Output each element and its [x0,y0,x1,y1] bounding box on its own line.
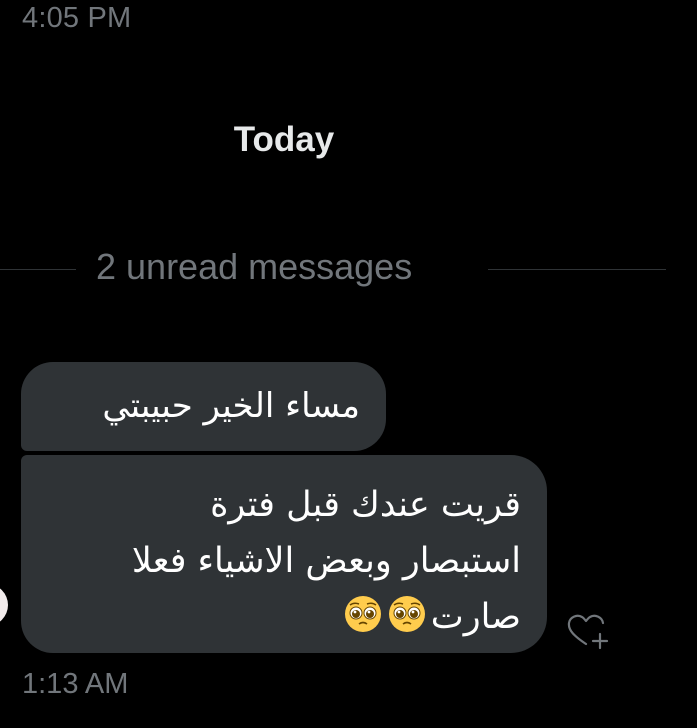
message-text: مساء الخير حبيبتي [102,386,360,426]
message-line-text: صارت [430,597,521,637]
message-bubble[interactable]: قريت عندك قبل فترة استبصار وبعض الاشياء … [21,455,547,653]
heart-plus-icon [567,614,609,650]
previous-message-timestamp: 4:05 PM [22,2,132,34]
sender-avatar[interactable] [0,584,8,626]
day-separator: Today [233,120,335,159]
unread-count-label: 2 unread messages [96,246,413,287]
message-line: استبصار وبعض الاشياء فعلا [131,541,521,581]
message-bubble[interactable]: مساء الخير حبيبتي [21,362,386,451]
unread-divider: 2 unread messages [0,242,666,296]
message-timestamp: 1:13 AM [22,668,129,700]
pleading-face-emoji [387,594,427,651]
message-line: صارت [43,589,521,651]
pleading-face-emoji [343,594,383,651]
divider-line-right [488,269,666,270]
message-line: قريت عندك قبل فترة [210,485,521,525]
divider-line-left [0,269,76,270]
add-reaction-button[interactable] [565,610,609,654]
